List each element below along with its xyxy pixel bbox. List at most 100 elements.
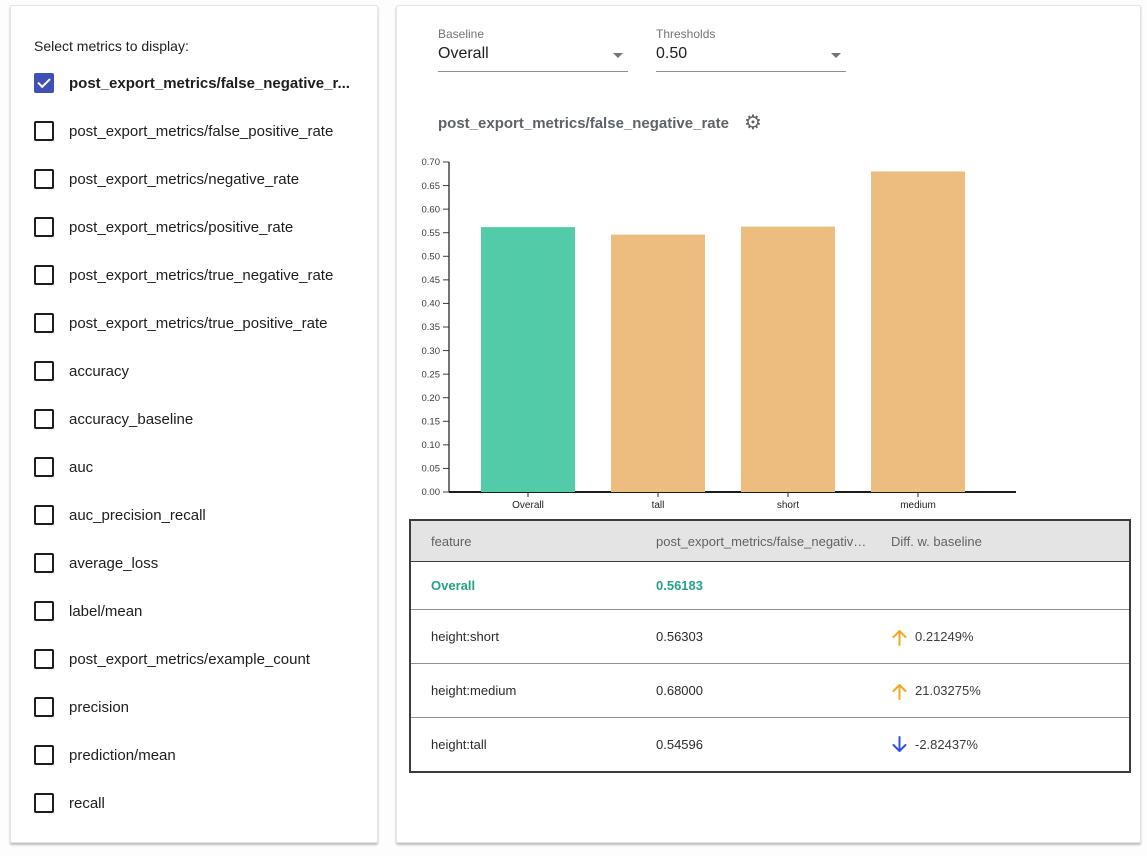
metric-item-precision[interactable]: precision	[34, 683, 371, 731]
baseline-label: Baseline	[438, 27, 628, 41]
feature-cell: height:tall	[411, 737, 636, 752]
metric-item-post-export-metrics-negative-rate[interactable]: post_export_metrics/negative_rate	[34, 155, 371, 203]
bar-medium[interactable]	[871, 171, 965, 492]
svg-text:0.70: 0.70	[422, 157, 441, 168]
chart-title: post_export_metrics/false_negative_rate	[438, 115, 729, 132]
svg-text:0.20: 0.20	[422, 393, 441, 404]
metric-label: average_loss	[69, 555, 158, 572]
svg-text:0.60: 0.60	[422, 204, 441, 215]
baseline-value: Overall	[438, 45, 628, 63]
metric-label: post_export_metrics/positive_rate	[69, 219, 293, 236]
diff-value: -2.82437%	[915, 737, 978, 752]
x-tick-label: Overall	[512, 500, 544, 511]
checkbox-unchecked-icon[interactable]	[34, 361, 54, 381]
thresholds-dropdown[interactable]: Thresholds 0.50	[656, 27, 846, 72]
table-body: Overall0.56183height:short0.563030.21249…	[411, 562, 1129, 771]
metric-value-cell: 0.56183	[636, 578, 871, 593]
metric-item-prediction-mean[interactable]: prediction/mean	[34, 731, 371, 779]
metric-value-cell: 0.68000	[636, 683, 871, 698]
checkbox-unchecked-icon[interactable]	[34, 505, 54, 525]
metric-item-post-export-metrics-positive-rate[interactable]: post_export_metrics/positive_rate	[34, 203, 371, 251]
diff-cell: 0.21249%	[871, 627, 1129, 647]
checkbox-unchecked-icon[interactable]	[34, 457, 54, 477]
metric-label: recall	[69, 795, 105, 812]
checkbox-unchecked-icon[interactable]	[34, 745, 54, 765]
metric-label: post_export_metrics/false_positive_rate	[69, 123, 333, 140]
metric-label: label/mean	[69, 603, 142, 620]
gear-icon[interactable]: ⚙	[744, 113, 762, 133]
table-row-height-short[interactable]: height:short0.563030.21249%	[411, 609, 1129, 663]
baseline-dropdown[interactable]: Baseline Overall	[438, 27, 628, 72]
feature-cell: height:short	[411, 629, 636, 644]
metric-label: post_export_metrics/true_positive_rate	[69, 315, 327, 332]
svg-text:0.00: 0.00	[422, 487, 441, 498]
metric-item-post-export-metrics-false-negative-r[interactable]: post_export_metrics/false_negative_r...	[34, 59, 371, 107]
checkbox-unchecked-icon[interactable]	[34, 697, 54, 717]
table-header-metric-value: post_export_metrics/false_negative_rat..…	[636, 534, 871, 549]
metric-label: post_export_metrics/example_count	[69, 651, 310, 668]
svg-text:0.50: 0.50	[422, 251, 441, 262]
diff-cell: -2.82437%	[871, 735, 1129, 755]
metric-list: post_export_metrics/false_negative_r...p…	[34, 59, 371, 827]
metric-label: post_export_metrics/true_negative_rate	[69, 267, 333, 284]
checkbox-checked-icon[interactable]	[34, 73, 54, 93]
x-tick-label: tall	[652, 500, 665, 511]
checkbox-unchecked-icon[interactable]	[34, 649, 54, 669]
metrics-table: feature post_export_metrics/false_negati…	[409, 519, 1131, 773]
table-row-height-medium[interactable]: height:medium0.6800021.03275%	[411, 663, 1129, 717]
metric-label: post_export_metrics/negative_rate	[69, 171, 299, 188]
metric-label: precision	[69, 699, 129, 716]
arrow-up-icon	[891, 681, 908, 701]
metric-label: accuracy_baseline	[69, 411, 193, 428]
metric-item-post-export-metrics-true-positive-rate[interactable]: post_export_metrics/true_positive_rate	[34, 299, 371, 347]
checkbox-unchecked-icon[interactable]	[34, 793, 54, 813]
bar-short[interactable]	[741, 227, 835, 492]
table-header-diff: Diff. w. baseline	[871, 534, 1129, 549]
checkbox-unchecked-icon[interactable]	[34, 217, 54, 237]
checkbox-unchecked-icon[interactable]	[34, 169, 54, 189]
metric-item-label-mean[interactable]: label/mean	[34, 587, 371, 635]
svg-text:0.55: 0.55	[422, 228, 441, 239]
metric-item-recall[interactable]: recall	[34, 779, 371, 827]
metric-item-accuracy[interactable]: accuracy	[34, 347, 371, 395]
diff-cell: 21.03275%	[871, 681, 1129, 701]
metric-value-cell: 0.56303	[636, 629, 871, 644]
table-row-height-tall[interactable]: height:tall0.54596-2.82437%	[411, 717, 1129, 771]
svg-text:0.05: 0.05	[422, 464, 441, 475]
metric-label: prediction/mean	[69, 747, 176, 764]
metric-label: auc	[69, 459, 93, 476]
feature-cell: Overall	[411, 578, 636, 593]
checkbox-unchecked-icon[interactable]	[34, 409, 54, 429]
table-header-row: feature post_export_metrics/false_negati…	[411, 521, 1129, 562]
bar-chart: 0.000.050.100.150.200.250.300.350.400.45…	[421, 151, 1121, 516]
table-row-overall[interactable]: Overall0.56183	[411, 562, 1129, 609]
svg-text:0.40: 0.40	[422, 299, 441, 310]
checkbox-unchecked-icon[interactable]	[34, 313, 54, 333]
svg-text:0.65: 0.65	[422, 181, 441, 192]
x-tick-label: short	[777, 500, 799, 511]
metric-selector-title: Select metrics to display:	[34, 38, 189, 54]
metric-item-post-export-metrics-true-negative-rate[interactable]: post_export_metrics/true_negative_rate	[34, 251, 371, 299]
svg-text:0.10: 0.10	[422, 440, 441, 451]
metric-item-post-export-metrics-false-positive-rate[interactable]: post_export_metrics/false_positive_rate	[34, 107, 371, 155]
checkmark-icon	[37, 75, 50, 88]
metric-item-auc[interactable]: auc	[34, 443, 371, 491]
metric-item-accuracy-baseline[interactable]: accuracy_baseline	[34, 395, 371, 443]
svg-text:0.15: 0.15	[422, 416, 441, 427]
chart-header: post_export_metrics/false_negative_rate …	[438, 113, 762, 133]
checkbox-unchecked-icon[interactable]	[34, 265, 54, 285]
checkbox-unchecked-icon[interactable]	[34, 553, 54, 573]
diff-value: 21.03275%	[915, 683, 981, 698]
bar-overall[interactable]	[481, 227, 575, 492]
table-header-feature: feature	[411, 534, 636, 549]
metric-label: accuracy	[69, 363, 129, 380]
thresholds-label: Thresholds	[656, 27, 846, 41]
checkbox-unchecked-icon[interactable]	[34, 601, 54, 621]
bar-tall[interactable]	[611, 235, 705, 492]
chevron-down-icon	[613, 53, 623, 58]
metric-item-post-export-metrics-example-count[interactable]: post_export_metrics/example_count	[34, 635, 371, 683]
metric-item-average-loss[interactable]: average_loss	[34, 539, 371, 587]
checkbox-unchecked-icon[interactable]	[34, 121, 54, 141]
metric-label: post_export_metrics/false_negative_r...	[69, 75, 350, 92]
metric-item-auc-precision-recall[interactable]: auc_precision_recall	[34, 491, 371, 539]
